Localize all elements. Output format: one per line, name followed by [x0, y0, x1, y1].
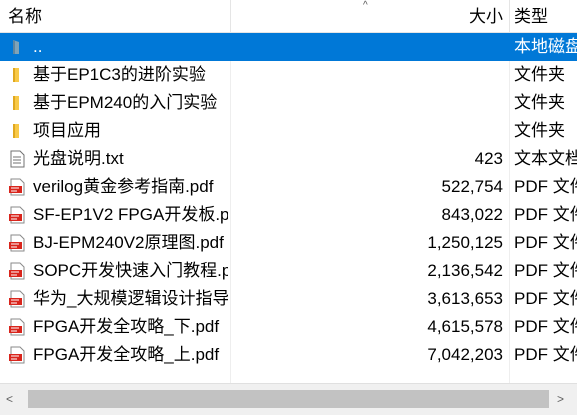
file-size: 2,136,542: [427, 261, 503, 280]
file-name: ..: [33, 37, 43, 56]
folder-up-icon: [8, 38, 26, 56]
file-name: 华为_大规模逻辑设计指导书.pdf: [33, 289, 228, 308]
file-row[interactable]: SOPC开发快速入门教程.pdf 2,136,542 PDF 文件: [0, 257, 577, 285]
column-type-header[interactable]: 类型: [514, 0, 574, 32]
scrollbar-thumb[interactable]: [28, 390, 549, 408]
file-row[interactable]: 基于EPM240的入门实验 文件夹: [0, 89, 577, 117]
column-header: 名称 ^ 大小 类型: [0, 0, 577, 33]
file-row[interactable]: 项目应用 文件夹: [0, 117, 577, 145]
file-row[interactable]: 光盘说明.txt 423 文本文档: [0, 145, 577, 173]
file-size: 843,022: [441, 205, 503, 224]
file-row[interactable]: FPGA开发全攻略_上.pdf 7,042,203 PDF 文件: [0, 341, 577, 369]
file-row[interactable]: BJ-EPM240V2原理图.pdf 1,250,125 PDF 文件: [0, 229, 577, 257]
file-name: SF-EP1V2 FPGA开发板.pdf: [33, 205, 228, 224]
file-size: [231, 117, 503, 145]
file-name: BJ-EPM240V2原理图.pdf: [33, 233, 224, 252]
pdf-icon: [8, 234, 26, 252]
file-type: PDF 文件: [514, 317, 577, 336]
file-size: 423: [474, 149, 503, 168]
file-name: SOPC开发快速入门教程.pdf: [33, 261, 228, 280]
file-size: [231, 61, 503, 89]
file-size: [231, 89, 503, 117]
horizontal-scrollbar[interactable]: < >: [0, 383, 577, 415]
file-name: FPGA开发全攻略_下.pdf: [33, 317, 220, 336]
file-row[interactable]: 华为_大规模逻辑设计指导书.pdf 3,613,653 PDF 文件: [0, 285, 577, 313]
column-size-header[interactable]: 大小: [231, 0, 503, 32]
pdf-icon: [8, 290, 26, 308]
file-type: PDF 文件: [514, 205, 577, 224]
file-type: PDF 文件: [514, 289, 577, 308]
column-divider[interactable]: [509, 0, 510, 32]
file-type: PDF 文件: [514, 233, 577, 252]
scroll-right-icon[interactable]: >: [557, 392, 564, 406]
file-name: FPGA开发全攻略_上.pdf: [33, 345, 220, 364]
file-type: 文件夹: [514, 93, 565, 112]
column-name-header[interactable]: 名称: [8, 0, 228, 32]
file-name: 基于EPM240的入门实验: [33, 93, 218, 112]
pdf-icon: [8, 346, 26, 364]
pdf-icon: [8, 178, 26, 196]
pdf-icon: [8, 206, 26, 224]
folder-icon: [8, 66, 26, 84]
file-name: 项目应用: [33, 121, 101, 140]
file-type: 文件夹: [514, 65, 565, 84]
file-size: 1,250,125: [427, 233, 503, 252]
file-size: 4,615,578: [427, 317, 503, 336]
file-type: PDF 文件: [514, 177, 577, 196]
folder-icon: [8, 122, 26, 140]
file-size: 522,754: [441, 177, 503, 196]
file-row[interactable]: SF-EP1V2 FPGA开发板.pdf 843,022 PDF 文件: [0, 201, 577, 229]
file-name: verilog黄金参考指南.pdf: [33, 177, 214, 196]
file-name: 光盘说明.txt: [33, 149, 124, 168]
pdf-icon: [8, 262, 26, 280]
file-type: 文件夹: [514, 121, 565, 140]
file-type: PDF 文件: [514, 261, 577, 280]
scroll-left-icon[interactable]: <: [6, 392, 13, 406]
file-size: [231, 33, 503, 61]
file-row[interactable]: .. 本地磁盘: [0, 33, 577, 61]
text-file-icon: [8, 150, 26, 168]
file-type: 本地磁盘: [514, 37, 577, 56]
file-type: 文本文档: [514, 149, 577, 168]
file-row[interactable]: verilog黄金参考指南.pdf 522,754 PDF 文件: [0, 173, 577, 201]
file-size: 3,613,653: [427, 289, 503, 308]
file-row[interactable]: 基于EP1C3的进阶实验 文件夹: [0, 61, 577, 89]
file-name: 基于EP1C3的进阶实验: [33, 65, 206, 84]
pdf-icon: [8, 318, 26, 336]
folder-icon: [8, 94, 26, 112]
file-row[interactable]: FPGA开发全攻略_下.pdf 4,615,578 PDF 文件: [0, 313, 577, 341]
file-type: PDF 文件: [514, 345, 577, 364]
file-size: 7,042,203: [427, 345, 503, 364]
